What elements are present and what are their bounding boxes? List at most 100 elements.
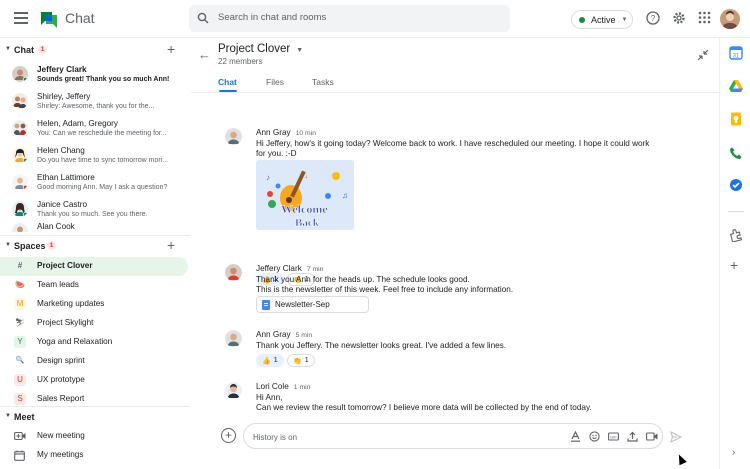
space-item-ux-prototype[interactable]: U UX prototype [0, 371, 188, 390]
space-item-yoga-and-relaxation[interactable]: Y Yoga and Relaxation [0, 333, 188, 352]
space-item-design-sprint[interactable]: 🔍 Design sprint [0, 352, 188, 371]
chat-section-header[interactable]: ▼ Chat 1 + [0, 41, 190, 60]
new-space-plus-icon[interactable]: + [167, 237, 175, 253]
tab-files[interactable]: Files [266, 77, 284, 87]
message-text: Thank you Ann for the heads up. The sche… [256, 275, 470, 284]
status-dropdown[interactable]: Active ▼ [571, 10, 633, 29]
svg-text:?: ? [651, 14, 656, 23]
dm-item-shirley-jeffery[interactable]: Shirley, Jeffery Shirley: Awesome, thank… [0, 88, 190, 115]
reaction-chip[interactable]: 👍 1 [256, 354, 284, 367]
message-header: Ann Gray 5 min [256, 330, 312, 339]
dm-item-helen-adam-gregory[interactable]: Helen, Adam, Gregory You: Can we resched… [0, 115, 190, 142]
avatar[interactable] [225, 264, 242, 281]
dm-item-ethan-lattimore[interactable]: Ethan Lattimore Good morning Ann. May I … [0, 169, 190, 196]
calendar-app-icon[interactable]: 31 [729, 46, 743, 60]
dm-item-helen-chang[interactable]: Helen Chang Do you have time to sync tom… [0, 142, 190, 169]
chevron-down-icon: ▼ [296, 47, 304, 54]
welcome-back-image[interactable]: ♫ ♪ ♩ Welcome Back [256, 160, 354, 230]
avatar[interactable] [225, 128, 242, 145]
help-icon[interactable]: ? [646, 11, 660, 25]
conversation-pane: ← Project Clover ▼ 22 members Chat Files … [191, 38, 719, 469]
collapse-triangle-icon[interactable]: ▼ [5, 242, 11, 248]
message-text: Can we review the result tomorrow? I bel… [256, 403, 592, 412]
reaction-chip[interactable]: 👏 1 [287, 354, 315, 367]
spaces-section-header[interactable]: ▼ Spaces 1 + [0, 237, 190, 256]
svg-text:31: 31 [733, 54, 740, 60]
search-bar[interactable]: Search in chat and rooms [189, 5, 510, 32]
calendar-icon [14, 450, 25, 461]
gif-icon[interactable]: GIF [608, 431, 619, 442]
hash-icon: # [17, 261, 23, 270]
message-header: Lori Cole 1 min [256, 382, 310, 391]
avatar [12, 174, 28, 190]
room-title[interactable]: Project Clover ▼ [218, 43, 303, 55]
dm-name: Alan Cook [37, 222, 75, 231]
meet-label: My meetings [37, 450, 84, 459]
text-format-icon[interactable] [570, 431, 581, 442]
dm-name: Shirley, Jeffery [37, 92, 91, 101]
apps-grid-icon[interactable] [698, 11, 711, 24]
add-plus-icon[interactable]: + [730, 257, 744, 273]
upload-icon[interactable] [627, 431, 638, 442]
tab-chat[interactable]: Chat [218, 77, 237, 87]
message-input-placeholder: History is on [253, 433, 298, 442]
drive-icon[interactable] [729, 79, 743, 93]
space-name: Sales Report [37, 394, 85, 403]
add-ons-icon[interactable] [729, 228, 743, 242]
avatar[interactable] [225, 330, 242, 347]
back-arrow-icon[interactable]: ← [198, 47, 211, 62]
meet-item-my-meetings[interactable]: My meetings [0, 446, 190, 465]
main-menu-icon[interactable] [14, 12, 28, 24]
reaction-count: 1 [304, 357, 309, 364]
message-text: Thank you Jeffery. The newsletter looks … [256, 341, 507, 350]
avatar[interactable] [225, 382, 242, 399]
tab-tasks[interactable]: Tasks [312, 77, 334, 87]
message-text: This is the newsletter of this week. Fee… [256, 285, 514, 294]
dm-item-alan-cook[interactable]: Alan Cook [0, 218, 190, 232]
sidebar: ▼ Chat 1 + Jeffery Clark Sounds great! T… [0, 38, 190, 469]
spaces-unread-badge: 1 [47, 241, 56, 250]
dm-name: Janice Castro [37, 200, 88, 209]
space-name: Team leads [37, 280, 79, 289]
space-item-project-skylight[interactable]: ⛷ Project Skylight [0, 314, 188, 333]
meet-section-header[interactable]: ▼ Meet [0, 409, 190, 427]
video-call-icon[interactable] [646, 431, 658, 442]
account-avatar[interactable] [720, 9, 740, 29]
space-name: Yoga and Relaxation [37, 337, 113, 346]
space-item-team-leads[interactable]: 🍉 Team leads [0, 276, 188, 295]
tasks-icon[interactable] [729, 178, 743, 192]
thumbs-up-icon: 👍 [262, 357, 271, 365]
attachment-chip[interactable]: Newsletter-Sep [256, 296, 369, 313]
svg-text:♫: ♫ [342, 191, 348, 200]
collapse-icon[interactable] [697, 49, 709, 61]
room-title-text: Project Clover [218, 43, 291, 55]
dm-name: Ethan Lattimore [37, 173, 95, 182]
author-name: Lori Cole [256, 382, 289, 391]
add-attachment-plus-icon[interactable]: + [221, 428, 236, 443]
avatar [12, 223, 28, 232]
message-text: Hi Jeffery, how's it going today? Welcom… [256, 139, 650, 148]
dm-preview: You: Can we reschedule the meeting for..… [37, 130, 167, 137]
divider [191, 92, 719, 93]
collapse-triangle-icon[interactable]: ▼ [5, 46, 11, 52]
send-icon[interactable] [670, 431, 682, 443]
dm-preview: Thank you so much. See you there. [37, 211, 148, 218]
message-header: Ann Gray 10 min [256, 128, 316, 137]
space-item-marketing-updates[interactable]: M Marketing updates [0, 295, 188, 314]
letter-m-icon: M [14, 298, 26, 310]
message-input[interactable]: History is on GIF [243, 423, 663, 449]
dm-preview: Shirley: Awesome, thank you for the... [37, 103, 155, 110]
phone-icon[interactable] [729, 146, 743, 160]
keep-icon[interactable] [729, 112, 743, 126]
dm-item-jeffery-clark[interactable]: Jeffery Clark Sounds great! Thank you so… [0, 61, 190, 88]
member-count[interactable]: 22 members [218, 57, 262, 66]
meet-item-new-meeting[interactable]: New meeting [0, 427, 190, 446]
settings-gear-icon[interactable] [672, 11, 686, 25]
svg-text:GIF: GIF [610, 434, 617, 439]
emoji-icon[interactable] [589, 431, 600, 442]
collapse-triangle-icon[interactable]: ▼ [5, 413, 11, 419]
chevron-right-icon[interactable]: › [732, 447, 746, 461]
space-name: Marketing updates [37, 299, 105, 308]
space-item-project-clover[interactable]: # Project Clover [0, 257, 188, 276]
start-chat-plus-icon[interactable]: + [167, 41, 175, 57]
